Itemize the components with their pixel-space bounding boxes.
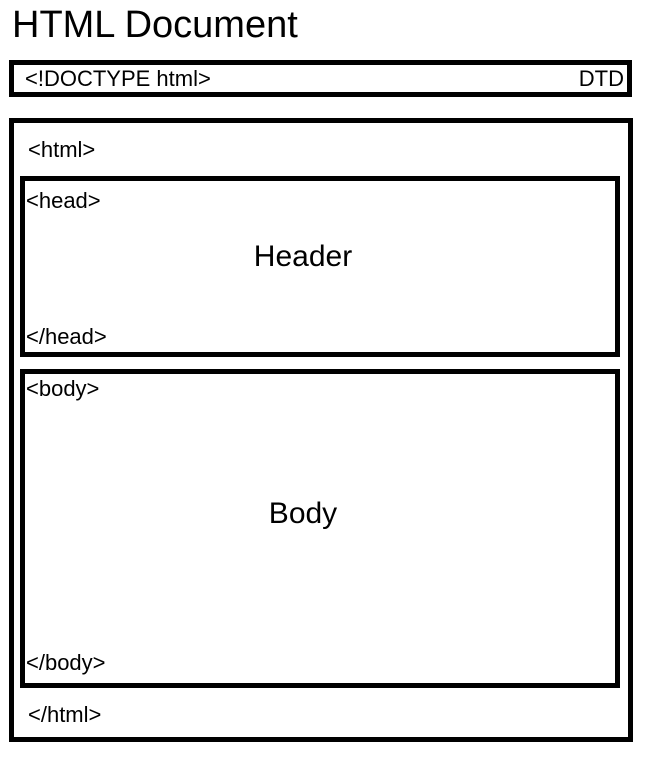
head-open-tag: <head> <box>26 188 101 213</box>
body-close-tag: </body> <box>26 650 106 675</box>
body-open-tag: <body> <box>26 376 100 401</box>
diagram-title: HTML Document <box>12 4 298 46</box>
html-open-tag: <html> <box>28 137 96 162</box>
body-label: Body <box>268 497 338 530</box>
dtd-label: DTD <box>578 66 624 91</box>
header-label: Header <box>253 240 353 273</box>
html-close-tag: </html> <box>28 702 102 727</box>
doctype-tag: <!DOCTYPE html> <box>25 66 211 91</box>
head-close-tag: </head> <box>26 324 107 349</box>
